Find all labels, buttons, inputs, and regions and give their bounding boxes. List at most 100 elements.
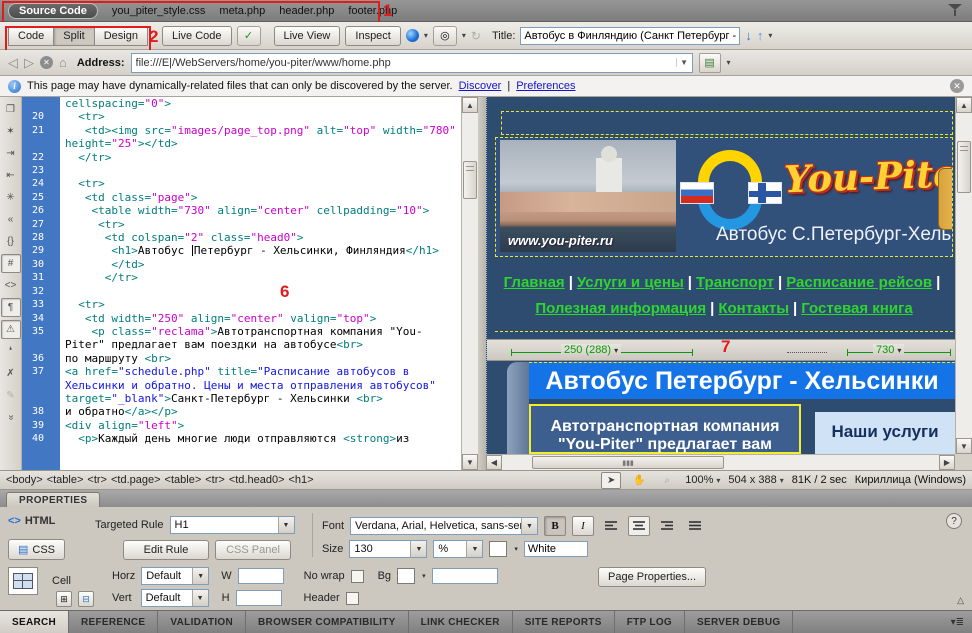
tag-selector-item[interactable]: <tr> [205,474,225,486]
visual-aids-dropdown-icon[interactable]: ▾ [462,31,466,40]
site-nav-link[interactable]: Полезная информация [535,300,706,317]
live-view-button[interactable]: Live View [274,26,341,46]
address-dropdown-icon[interactable]: ▼ [676,58,692,67]
put-file-icon[interactable]: ↑ [757,28,764,43]
services-cell[interactable]: Наши услуги [815,412,955,454]
collapse-full-tag-icon[interactable]: ⇥ [1,144,21,163]
expand-all-icon[interactable]: ✳ [1,188,21,207]
view-options-dropdown-icon[interactable]: ▾ [727,58,731,67]
tag-selector-item[interactable]: <td.page> [111,474,161,486]
vert-select[interactable]: Default▼ [141,589,209,607]
site-nav-link[interactable]: Гостевая книга [801,300,912,317]
syntax-error-alerts-icon[interactable]: ⚠ [1,320,21,339]
file-management-dropdown-icon[interactable]: ▾ [768,31,772,40]
tag-selector-item[interactable]: <td.head0> [229,474,285,486]
code-view-button[interactable]: Code [8,26,54,46]
balance-braces-icon[interactable]: {} [1,232,21,251]
results-tab-reference[interactable]: REFERENCE [69,611,158,633]
filter-icon[interactable] [948,4,962,17]
properties-tab[interactable]: PROPERTIES [6,492,100,507]
home-icon[interactable]: ⌂ [59,55,67,70]
edit-rule-button[interactable]: Edit Rule [123,540,209,560]
panel-expander-icon[interactable]: △ [957,595,964,606]
results-tab-ftp-log[interactable]: FTP LOG [615,611,685,633]
related-file-tab[interactable]: you_piter_style.css [112,5,206,17]
design-canvas[interactable]: www.you-piter.ru You-Piter Автобус С.Пет… [486,97,955,454]
tag-selector-item[interactable]: <table> [165,474,202,486]
highlight-invalid-code-icon[interactable]: <> [1,276,21,295]
select-tool-icon[interactable]: ➤ [601,472,621,489]
site-header-banner[interactable]: www.you-piter.ru You-Piter Автобус С.Пет… [495,137,953,257]
bg-color-swatch[interactable] [397,568,415,584]
format-source-code-icon[interactable]: ✎ [1,386,21,405]
results-tab-search[interactable]: SEARCH [0,611,69,633]
page-heading-band[interactable]: Автобус Петербург - Хельсинки [529,362,955,399]
collapse-selection-icon[interactable]: ⇤ [1,166,21,185]
italic-button[interactable]: I [572,516,594,536]
title-input[interactable] [520,27,740,45]
collapse-panel-icon[interactable]: » [1,408,20,428]
css-panel-button[interactable]: CSS Panel [215,540,291,560]
size-unit-select[interactable]: %▼ [433,540,483,558]
magnification-select[interactable]: 100%▾ [685,474,720,486]
tag-selector-item[interactable]: <body> [6,474,43,486]
size-select[interactable]: 130▼ [349,540,427,558]
code-vertical-scrollbar[interactable]: ▲ ▼ [461,97,478,470]
forward-icon[interactable]: ▷ [24,55,34,71]
source-code-tab[interactable]: Source Code [8,3,98,19]
split-view-divider[interactable] [478,97,486,470]
scrollbar-thumb[interactable] [957,141,971,193]
scrollbar-thumb[interactable]: ▮▮▮ [532,456,724,469]
design-horizontal-scrollbar[interactable]: ◀ ▮▮▮ ▶ [486,454,955,470]
scroll-down-icon[interactable]: ▼ [956,438,972,454]
tag-selector-item[interactable]: <tr> [87,474,107,486]
bg-color-input[interactable] [432,568,498,584]
code-editor[interactable]: cellspacing="0">20 <tr>21 <td><img src="… [22,97,461,470]
inspect-button[interactable]: Inspect [345,26,400,46]
results-tab-validation[interactable]: VALIDATION [158,611,246,633]
align-left-icon[interactable] [600,516,622,536]
table-width-menu[interactable]: 730 ▾ [873,344,904,356]
open-documents-icon[interactable]: ❐ [1,100,21,119]
font-select[interactable]: Verdana, Arial, Helvetica, sans-serif▼ [350,517,538,535]
bold-button[interactable]: B [544,516,566,536]
scroll-left-icon[interactable]: ◀ [486,455,502,470]
address-input[interactable] [132,57,676,69]
select-parent-tag-icon[interactable]: « [1,210,21,229]
text-color-input[interactable] [524,541,588,557]
align-right-icon[interactable] [656,516,678,536]
results-tab-browser-compatibility[interactable]: BROWSER COMPATIBILITY [246,611,409,633]
tag-selector-item[interactable]: <table> [47,474,84,486]
horz-select[interactable]: Default▼ [141,567,209,585]
site-nav-link[interactable]: Услуги и цены [577,274,684,291]
results-tab-site-reports[interactable]: SITE REPORTS [513,611,615,633]
close-infobar-icon[interactable]: ✕ [950,79,964,93]
cell-height-input[interactable] [236,590,282,606]
preferences-link[interactable]: Preferences [516,80,575,92]
targeted-rule-select[interactable]: H1▼ [170,516,295,534]
zoom-tool-icon[interactable]: ⌕ [657,472,677,489]
related-file-tab[interactable]: header.php [279,5,334,17]
design-vertical-scrollbar[interactable]: ▲ ▼ [955,97,972,454]
css-mode-button[interactable]: ▤CSS [8,539,65,560]
html-mode-button[interactable]: <>HTML [8,515,55,527]
live-code-button[interactable]: Live Code [162,26,232,46]
scrollbar-thumb[interactable] [463,161,477,199]
word-wrap-icon[interactable]: ¶ [1,298,21,317]
align-justify-icon[interactable] [684,516,706,536]
remove-comment-icon[interactable]: ✗ [1,364,21,383]
site-nav-link[interactable]: Главная [504,274,565,291]
preview-in-browser-icon[interactable] [406,29,419,42]
check-browser-compatibility-icon[interactable]: ✓ [237,26,261,46]
merge-cells-icon[interactable]: ⊞ [56,591,72,607]
visual-aids-icon[interactable]: ◎ [433,26,457,46]
results-tab-link-checker[interactable]: LINK CHECKER [409,611,513,633]
scroll-down-icon[interactable]: ▼ [462,454,478,470]
column-width-menu[interactable]: 250 (288) ▾ [561,344,621,356]
page-properties-button[interactable]: Page Properties... [598,567,706,587]
tag-selector-item[interactable]: <h1> [289,474,314,486]
panel-menu-icon[interactable]: ▾≣ [951,611,972,633]
related-file-tab[interactable]: footer.php [348,5,397,17]
window-size-select[interactable]: 504 x 388▾ [728,474,783,486]
scroll-up-icon[interactable]: ▲ [462,97,478,113]
